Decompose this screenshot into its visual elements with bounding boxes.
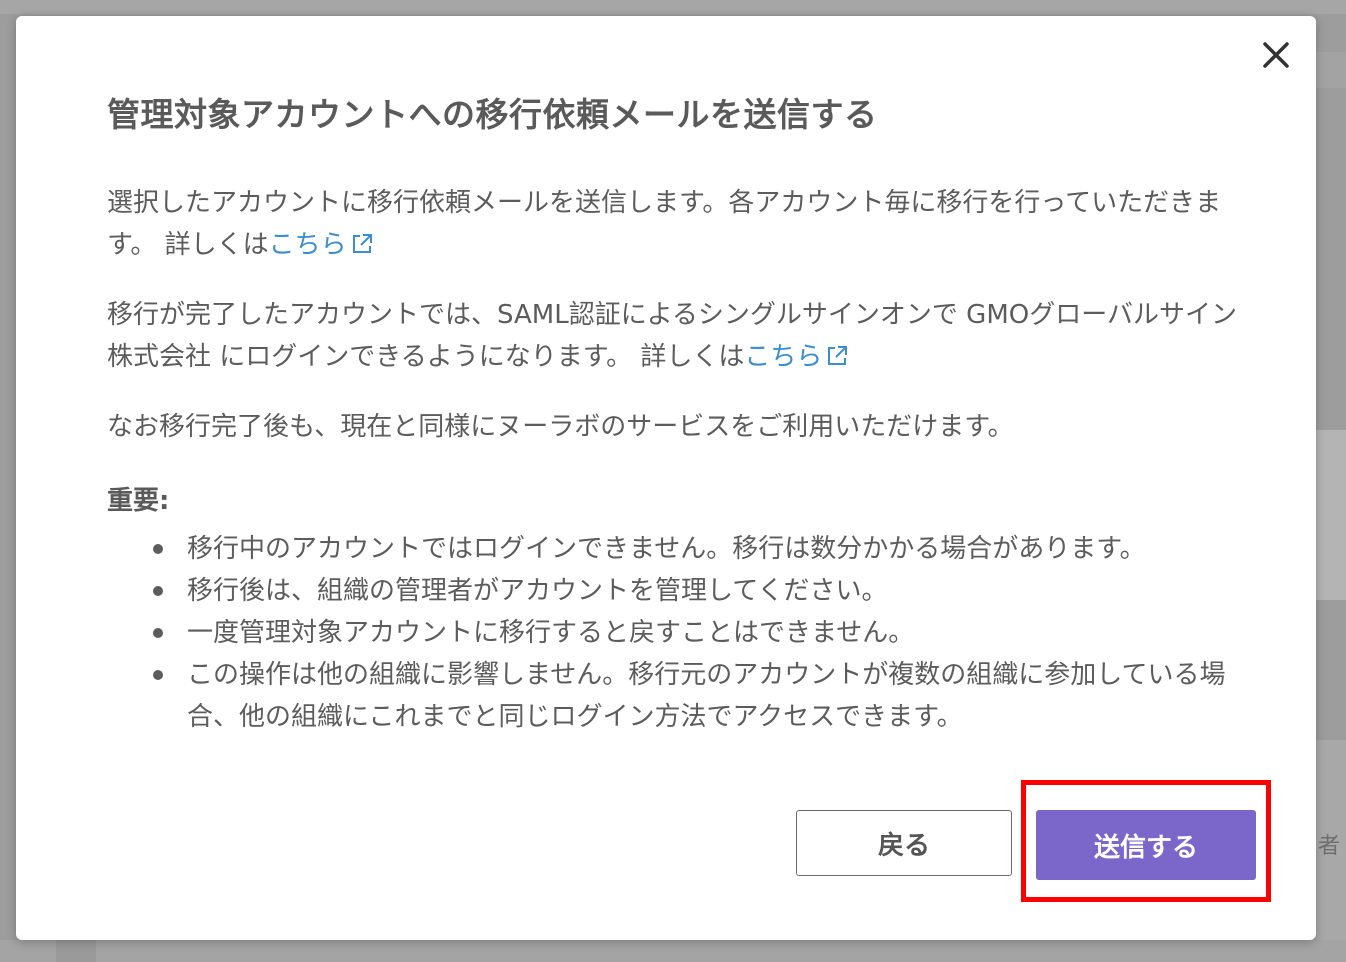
list-item: 移行中のアカウントではログインできません。移行は数分かかる場合があります。 [107,528,1237,570]
sso-text: 移行が完了したアカウントでは、SAML認証によるシングルサインオンで GMOグロ… [107,300,1237,372]
service-note-paragraph: なお移行完了後も、現在と同様にヌーラボのサービスをご利用いただけます。 [107,412,1014,442]
background-panel [1316,430,1346,600]
send-button[interactable]: 送信する [1036,810,1256,880]
background-footer [0,940,1346,962]
close-icon[interactable] [1259,38,1293,72]
dialog-title: 管理対象アカウントへの移行依頼メールを送信する [107,95,878,134]
details-link[interactable]: こちら [269,230,373,260]
background-text: 者 [1318,834,1341,859]
back-button[interactable]: 戻る [796,810,1012,876]
bullet [153,670,163,680]
important-heading: 重要: [107,486,170,516]
list-item: この操作は他の組織に影響しません。移行元のアカウントが複数の組織に参加している場… [107,654,1237,738]
bullet [153,628,163,638]
migration-request-dialog: 管理対象アカウントへの移行依頼メールを送信する 選択したアカウントに移行依頼メー… [16,16,1316,940]
background-panel [1316,52,1346,88]
list-item: 一度管理対象アカウントに移行すると戻すことはできません。 [107,612,1237,654]
external-link-icon [352,234,372,253]
background-header [0,0,1346,14]
close-button[interactable] [1259,38,1293,72]
external-link-icon [828,346,848,365]
bullet [153,544,163,554]
list-item: 移行後は、組織の管理者がアカウントを管理してください。 [107,570,1237,612]
important-list: 移行中のアカウントではログインできません。移行は数分かかる場合があります。 移行… [107,528,1237,738]
sso-paragraph: 移行が完了したアカウントでは、SAML認証によるシングルサインオンで GMOグロ… [107,294,1237,378]
sso-details-link[interactable]: こちら [744,342,848,372]
bullet [153,586,163,596]
description-paragraph: 選択したアカウントに移行依頼メールを送信します。各アカウント毎に移行を行っていた… [107,182,1237,266]
